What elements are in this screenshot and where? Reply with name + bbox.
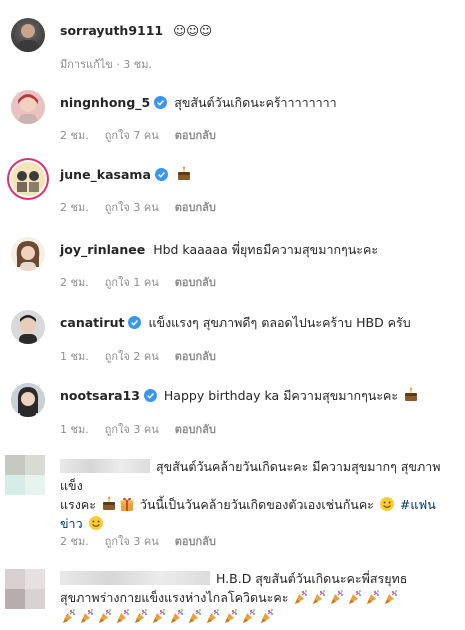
comment-username[interactable]: sorrayuth9111 xyxy=(60,23,163,38)
party-popper-icon xyxy=(63,609,75,623)
comment-meta: 2 ชม. ถูกใจ 3 คน ตอบกลับ xyxy=(60,198,232,216)
party-popper-icon xyxy=(171,609,183,623)
comment-time: 1 ชม. xyxy=(60,423,89,436)
likes-count[interactable]: ถูกใจ 1 คน xyxy=(105,276,159,289)
comment-text: Hbd kaaaaa พี่ยุทธมีความสุขมากๆนะคะ xyxy=(153,242,379,257)
blurred-avatar[interactable] xyxy=(5,569,45,609)
comment-meta: 2 ชม. ถูกใจ 3 คน ตอบกลับ xyxy=(60,532,232,550)
avatar[interactable] xyxy=(11,18,45,52)
party-popper-icon xyxy=(189,609,201,623)
comment-text-line2: สุขภาพร่างกายแข็งแรงห่างไกลโควิดนะคะ xyxy=(60,590,289,605)
comment-username[interactable]: joy_rinlanee xyxy=(60,242,145,257)
edited-time: มีการแก้ไข · 3 ชม. xyxy=(60,58,152,71)
party-popper-icon xyxy=(207,609,219,623)
smiley-icon xyxy=(88,516,103,530)
avatar[interactable] xyxy=(11,237,45,271)
comment-text-line1: H.B.D สุขสันต์วันเกิดนะคะพี่สรยุทธ xyxy=(216,571,408,586)
comment-time: 2 ชม. xyxy=(60,129,89,142)
party-popper-icon xyxy=(243,609,255,623)
blurred-avatar[interactable] xyxy=(5,455,45,495)
comment-item: ningnhong_5 สุขสันต์วันเกิดนะคร้าาาาาาาา… xyxy=(0,86,465,148)
gift-icon xyxy=(120,497,134,511)
cake-icon xyxy=(177,166,190,180)
comment-text-line2a: แรงคะ xyxy=(60,497,96,512)
comment-username[interactable]: ningnhong_5 xyxy=(60,95,150,110)
cake-icon xyxy=(102,496,115,510)
comment-meta: มีการแก้ไข · 3 ชม. xyxy=(60,55,168,73)
reply-button[interactable]: ตอบกลับ xyxy=(175,423,216,436)
comment-meta: 1 ชม. ถูกใจ 3 คน ตอบกลับ xyxy=(60,420,232,438)
reply-button[interactable]: ตอบกลับ xyxy=(175,535,216,548)
comment-username[interactable]: june_kasama xyxy=(60,167,151,182)
avatar[interactable] xyxy=(11,383,45,417)
cake-icon xyxy=(405,387,418,401)
party-popper-icon xyxy=(367,590,380,604)
comment-text: แข็งแรงๆ สุขภาพดีๆ ตลอดไปนะคร้าบ HBD ครั… xyxy=(148,315,411,330)
comment-item: june_kasama 2 ชม. ถูกใจ 3 คน ตอบกลับ xyxy=(0,158,465,220)
comment-item: nootsara13 Happy birthday ka มีความสุขมา… xyxy=(0,379,465,441)
blurred-username[interactable] xyxy=(60,571,210,585)
party-popper-icon xyxy=(153,609,165,623)
comment-text: ☺☺☺ xyxy=(173,23,213,38)
blurred-username[interactable] xyxy=(60,459,150,473)
party-popper-icon xyxy=(331,590,344,604)
comment-time: 1 ชม. xyxy=(60,350,89,363)
verified-badge-icon xyxy=(154,96,168,109)
party-popper-icon xyxy=(99,609,111,623)
hashtag-link[interactable]: #แฟน xyxy=(400,497,436,512)
comment-text-line2b: วันนี้เป็นวันคล้ายวันเกิดของตัวเองเช่นกั… xyxy=(139,497,374,512)
comment-time: 2 ชม. xyxy=(60,276,89,289)
comment-meta: 2 ชม. ถูกใจ 7 คน ตอบกลับ xyxy=(60,126,232,144)
party-popper-icon xyxy=(295,590,308,604)
comment-time: 2 ชม. xyxy=(60,535,89,548)
party-popper-icon xyxy=(385,590,398,604)
comment-meta: 1 ชม. ถูกใจ 2 คน ตอบกลับ xyxy=(60,347,232,365)
smiley-icon xyxy=(379,497,394,511)
party-popper-icon xyxy=(225,609,237,623)
reply-button[interactable]: ตอบกลับ xyxy=(175,276,216,289)
likes-count[interactable]: ถูกใจ 7 คน xyxy=(105,129,159,142)
comment-item: canatirut แข็งแรงๆ สุขภาพดีๆ ตลอดไปนะคร้… xyxy=(0,306,465,368)
comment-meta: 2 ชม. ถูกใจ 1 คน ตอบกลับ xyxy=(60,273,232,291)
party-popper-row xyxy=(60,609,276,624)
comment-time: 2 ชม. xyxy=(60,201,89,214)
party-popper-icon xyxy=(81,609,93,623)
party-popper-icon xyxy=(117,609,129,623)
likes-count[interactable]: ถูกใจ 3 คน xyxy=(105,423,159,436)
party-popper-icon xyxy=(349,590,362,604)
comment-item: joy_rinlanee Hbd kaaaaa พี่ยุทธมีความสุข… xyxy=(0,233,465,295)
party-popper-icon xyxy=(135,609,147,623)
comments-list: sorrayuth9111 ☺☺☺ มีการแก้ไข · 3 ชม. nin… xyxy=(0,0,465,630)
verified-badge-icon xyxy=(128,316,142,329)
avatar[interactable] xyxy=(11,162,45,196)
comment-item: H.B.D สุขสันต์วันเกิดนะคะพี่สรยุทธ สุขภา… xyxy=(0,563,465,630)
avatar[interactable] xyxy=(11,310,45,344)
hashtag-link-cont[interactable]: ข่าว xyxy=(60,516,83,531)
party-popper-icon xyxy=(313,590,326,604)
party-popper-icon xyxy=(261,609,273,623)
likes-count[interactable]: ถูกใจ 2 คน xyxy=(105,350,159,363)
comment-item: sorrayuth9111 ☺☺☺ มีการแก้ไข · 3 ชม. xyxy=(0,14,465,74)
comment-username[interactable]: canatirut xyxy=(60,315,124,330)
verified-badge-icon xyxy=(143,389,157,402)
likes-count[interactable]: ถูกใจ 3 คน xyxy=(105,535,159,548)
reply-button[interactable]: ตอบกลับ xyxy=(175,201,216,214)
reply-button[interactable]: ตอบกลับ xyxy=(175,129,216,142)
verified-badge-icon xyxy=(154,168,168,181)
comment-username[interactable]: nootsara13 xyxy=(60,388,140,403)
avatar[interactable] xyxy=(11,90,45,124)
likes-count[interactable]: ถูกใจ 3 คน xyxy=(105,201,159,214)
party-popper-row xyxy=(292,590,400,605)
comment-text: สุขสันต์วันเกิดนะคร้าาาาาาาา xyxy=(174,95,337,110)
comment-item: สุขสันต์วันคล้ายวันเกิดนะคะ มีความสุขมาก… xyxy=(0,451,465,551)
reply-button[interactable]: ตอบกลับ xyxy=(175,350,216,363)
comment-text: Happy birthday ka มีความสุขมากๆนะคะ xyxy=(163,388,399,403)
